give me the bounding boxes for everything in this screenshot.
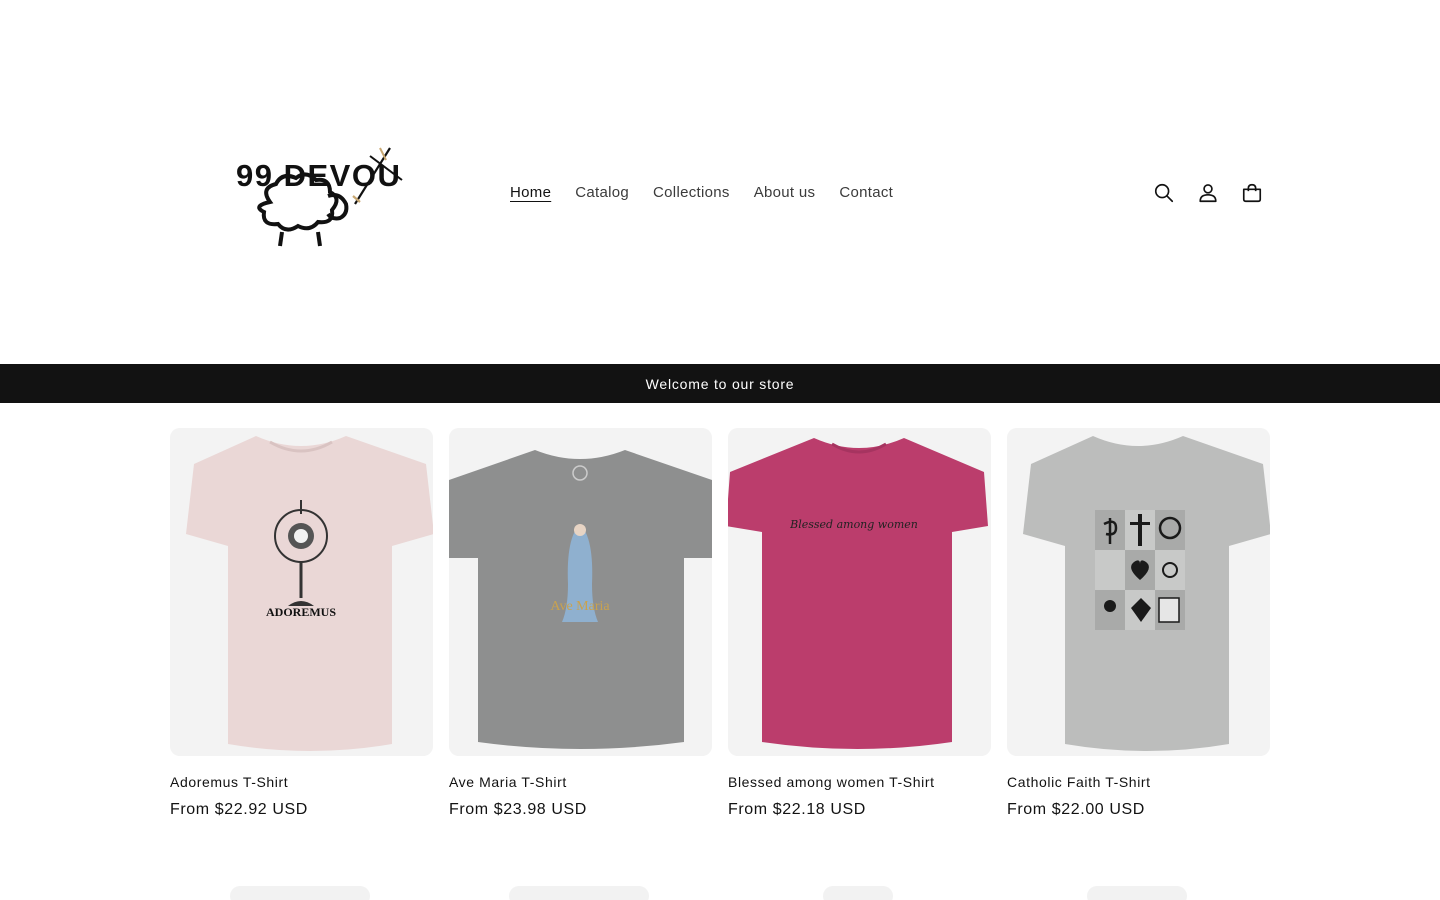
announcement-bar: Welcome to our store <box>0 364 1440 403</box>
product-price: From $22.18 USD <box>728 801 866 818</box>
product-image[interactable] <box>449 872 712 900</box>
product-card[interactable] <box>1007 872 1270 900</box>
product-title[interactable]: Catholic Faith T-Shirt <box>1007 773 1270 791</box>
product-card[interactable] <box>170 872 433 900</box>
product-card[interactable]: Ave Maria Ave Maria T-Shirt From $23.98 … <box>449 428 712 820</box>
product-image[interactable]: ADOREMUS <box>170 428 433 756</box>
tshirt-image: Blessed among women <box>728 428 991 756</box>
nav-home[interactable]: Home <box>498 176 563 210</box>
product-image[interactable] <box>170 872 433 900</box>
print-text: ADOREMUS <box>266 605 336 619</box>
tshirt-image <box>1007 428 1270 756</box>
main-nav: Home Catalog Collections About us Contac… <box>498 176 905 210</box>
product-title[interactable]: Adoremus T-Shirt <box>170 773 433 791</box>
product-grid: ADOREMUS Adoremus T-Shirt From $22.92 US… <box>170 428 1270 820</box>
product-card[interactable]: Catholic Faith T-Shirt From $22.00 USD <box>1007 428 1270 820</box>
announcement-text: Welcome to our store <box>645 375 795 392</box>
product-card[interactable] <box>449 872 712 900</box>
nav-catalog[interactable]: Catalog <box>563 176 641 210</box>
search-icon <box>1154 183 1174 203</box>
product-image[interactable]: Blessed among women <box>728 428 991 756</box>
search-button[interactable] <box>1142 171 1186 215</box>
logo-sheep-cross-icon: 99 DEVOU <box>236 147 403 247</box>
product-card[interactable]: ADOREMUS Adoremus T-Shirt From $22.92 US… <box>170 428 433 820</box>
account-button[interactable] <box>1186 171 1230 215</box>
product-card[interactable] <box>728 872 991 900</box>
ghost-shape <box>230 886 370 900</box>
product-card[interactable]: Blessed among women Blessed among women … <box>728 428 991 820</box>
product-price: From $22.00 USD <box>1007 801 1145 818</box>
tshirt-image: Ave Maria <box>449 428 712 756</box>
product-price: From $23.98 USD <box>449 801 587 818</box>
ghost-shape <box>823 886 893 900</box>
product-title[interactable]: Blessed among women T-Shirt <box>728 773 991 791</box>
nav-collections[interactable]: Collections <box>641 176 742 210</box>
account-icon <box>1199 184 1217 203</box>
brand-logo[interactable]: 99 DEVOU <box>230 140 410 256</box>
nav-about-us[interactable]: About us <box>742 176 828 210</box>
product-grid-next-row <box>170 872 1270 900</box>
cart-button[interactable] <box>1230 171 1274 215</box>
product-price: From $22.92 USD <box>170 801 308 818</box>
print-text: Blessed among women <box>789 518 918 531</box>
nav-contact[interactable]: Contact <box>827 176 905 210</box>
product-title[interactable]: Ave Maria T-Shirt <box>449 773 712 791</box>
print-text: Ave Maria <box>550 599 610 614</box>
ghost-shape <box>1087 886 1187 900</box>
product-image[interactable] <box>1007 428 1270 756</box>
product-image[interactable] <box>1007 872 1270 900</box>
ghost-shape <box>509 886 649 900</box>
cart-icon <box>1242 183 1262 203</box>
tshirt-image: ADOREMUS <box>170 428 433 756</box>
product-image[interactable] <box>728 872 991 900</box>
header-icons <box>1142 171 1274 215</box>
logo-text: 99 DEVOU <box>236 158 401 193</box>
site-header: 99 DEVOU Home Catalog Collections About … <box>0 0 1440 364</box>
product-image[interactable]: Ave Maria <box>449 428 712 756</box>
